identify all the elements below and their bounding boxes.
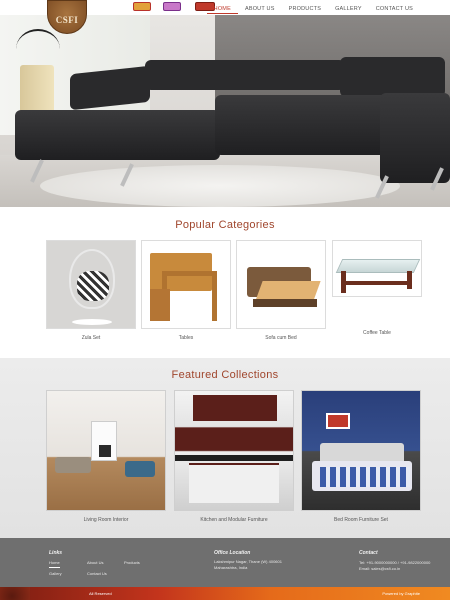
featured-label[interactable]: Living Room Interior: [46, 517, 166, 523]
coffee-table-shelf: [343, 281, 409, 285]
hero-twigs: [16, 29, 60, 69]
footer-link-contact-us[interactable]: Contact Us: [87, 571, 107, 576]
logo-text: CSFI: [55, 15, 79, 25]
bed-quilt: [320, 467, 410, 487]
kitchen-counter: [175, 455, 293, 461]
footer-link-products[interactable]: Products: [124, 560, 140, 565]
category-card-zula-set[interactable]: [46, 240, 136, 329]
nav-about-us[interactable]: ABOUT US: [238, 0, 282, 14]
chair-brand-icon[interactable]: [163, 2, 181, 11]
footer-contact-heading: Contact: [359, 550, 378, 556]
kitchen-upper-cabinets: [193, 395, 277, 421]
category-label[interactable]: Coffee Table: [332, 330, 422, 336]
hero-banner: [0, 15, 450, 207]
category-card-coffee-table[interactable]: [332, 240, 422, 297]
category-label[interactable]: Zula Set: [46, 335, 136, 341]
footer-office-heading: Office Location: [214, 550, 251, 556]
coffee-table-leg: [407, 271, 412, 289]
bottom-bar: All Reserved Powered by Graphite: [0, 587, 450, 600]
nest-table-frame: [162, 271, 217, 321]
nav-products[interactable]: PRODUCTS: [282, 0, 328, 14]
sofa-brand-icon[interactable]: [133, 2, 151, 11]
featured-card-living-room[interactable]: [46, 390, 166, 511]
contact-phone[interactable]: Tel: +91-9000000000 / +91-9822000000: [359, 560, 430, 565]
copyright-text: All Reserved: [89, 591, 112, 596]
featured-card-bedroom[interactable]: [301, 390, 421, 511]
nest-table-small: [150, 289, 170, 321]
office-address-line: Lakshmipur Nagar, Thane (W) 400601: [214, 559, 282, 564]
category-label[interactable]: Sofa cum Bed: [236, 335, 326, 341]
featured-card-kitchen[interactable]: [174, 390, 294, 511]
featured-title: Featured Collections: [171, 369, 279, 381]
contact-email[interactable]: Email: sales@csfi.co.in: [359, 566, 400, 571]
kitchen-lower-cabinets: [189, 463, 279, 503]
sofa-bed-cushion: [255, 281, 321, 301]
swing-base: [72, 319, 112, 325]
nav-home[interactable]: HOME: [206, 0, 238, 14]
featured-label[interactable]: Bed Room Furniture Set: [301, 517, 421, 523]
footer-links-heading: Links: [49, 550, 63, 556]
footer-link-about-us[interactable]: About Us: [87, 560, 103, 565]
category-card-tables[interactable]: [141, 240, 231, 329]
nav-contact-us[interactable]: CONTACT US: [369, 0, 420, 14]
footer-link-gallery[interactable]: Gallery: [49, 571, 62, 576]
living-chair: [125, 461, 155, 477]
fireplace-opening: [99, 445, 111, 457]
footer: Links Home About Us Products Gallery Con…: [0, 538, 450, 587]
featured-label[interactable]: Kitchen and Modular Furniture: [174, 517, 294, 523]
sofa-back-right: [340, 57, 445, 97]
living-couch: [55, 457, 91, 473]
hero-rug: [40, 165, 400, 207]
sofa-back-center: [145, 60, 345, 90]
main-nav: HOME ABOUT US PRODUCTS GALLERY CONTACT U…: [206, 0, 420, 14]
sofa-bed-base: [253, 299, 317, 307]
coffee-table-leg: [341, 271, 346, 293]
sofa-seat-left: [15, 110, 220, 160]
category-card-sofa-cum-bed[interactable]: [236, 240, 326, 329]
categories-title: Popular Categories: [175, 219, 275, 231]
category-label[interactable]: Tables: [141, 335, 231, 341]
powered-by-link[interactable]: Powered by Graphite: [382, 591, 420, 596]
sofa-seat-center: [215, 95, 395, 155]
office-address-line: Maharashtra, India: [214, 565, 248, 570]
tree-decoration: [0, 587, 30, 600]
footer-link-home[interactable]: Home: [49, 560, 60, 568]
bedroom-wall-art: [326, 413, 350, 429]
swing-cushion: [77, 271, 109, 301]
nav-gallery[interactable]: GALLERY: [328, 0, 369, 14]
